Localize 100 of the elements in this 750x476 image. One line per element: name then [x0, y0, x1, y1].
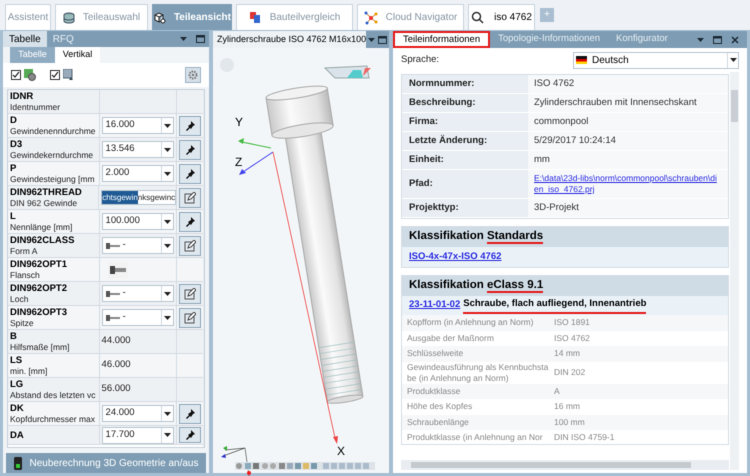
- property-label: Produktklasse (in Anlehnung an Nor: [406, 432, 544, 442]
- info-value: commonpool: [534, 114, 588, 129]
- property-value: A: [553, 384, 560, 398]
- flag-icon: [576, 56, 587, 64]
- value-dropdown[interactable]: -: [102, 309, 174, 326]
- parameter-name: P: [10, 162, 18, 174]
- info-label: Firma:: [409, 114, 438, 129]
- dropdown-icon[interactable]: [180, 37, 187, 41]
- parameter-description: Kopfdurchmesser max: [10, 414, 96, 424]
- bolt-icon: [106, 242, 120, 248]
- parameter-description: min. [mm]: [10, 366, 48, 376]
- panel-tab[interactable]: Tabelle: [3, 31, 47, 47]
- pin-button[interactable]: [179, 164, 202, 184]
- view-toolbar-drawing[interactable]: [235, 462, 375, 470]
- parameter-description: Gewindesteigung [mm: [10, 174, 96, 184]
- view-tab[interactable]: Vertikal: [55, 47, 100, 63]
- caret-icon[interactable]: [164, 148, 171, 152]
- parameter-value: 56.000: [102, 382, 131, 396]
- pin-button[interactable]: [179, 212, 202, 232]
- caret-icon[interactable]: [164, 292, 171, 296]
- dropdown-icon[interactable]: [697, 38, 704, 42]
- info-label: Normnummer:: [409, 76, 474, 91]
- edit-button[interactable]: [179, 188, 202, 208]
- parameter-description: Gewindenenndurchme: [10, 126, 97, 136]
- maximize-icon[interactable]: [196, 35, 205, 43]
- caret-icon[interactable]: [164, 244, 171, 248]
- parameter-name: L: [10, 210, 17, 222]
- axis-label: Z: [235, 156, 242, 168]
- value-dropdown[interactable]: 100.000: [102, 213, 174, 230]
- info-value: Zylinderschrauben mit Innensechskant: [534, 96, 697, 110]
- bolt-icon: [106, 290, 120, 296]
- value-dropdown[interactable]: -: [102, 237, 174, 254]
- checkbox[interactable]: [50, 70, 60, 80]
- pin-button[interactable]: [179, 116, 202, 136]
- value-field[interactable]: chtsgewinnksgewinc: [101, 190, 176, 205]
- maximize-icon[interactable]: [713, 36, 722, 44]
- toggle-icon: [14, 456, 22, 470]
- scrollbar[interactable]: [203, 90, 204, 447]
- edit-button[interactable]: [179, 284, 202, 304]
- value-dropdown[interactable]: 24.000: [102, 405, 174, 422]
- caret-icon[interactable]: [164, 220, 171, 224]
- edit-button[interactable]: [179, 308, 202, 328]
- pin-button[interactable]: [179, 427, 202, 443]
- 3d-glasses-icon[interactable]: [324, 65, 371, 78]
- parameter-name: IDNR: [10, 90, 34, 102]
- caret-icon[interactable]: [164, 124, 171, 128]
- parameter-description: Hilfsmaße [mm]: [10, 342, 70, 352]
- value-dropdown[interactable]: 2.000: [102, 165, 174, 182]
- tab[interactable]: iso 4762: [468, 4, 535, 30]
- close-icon[interactable]: [731, 36, 739, 44]
- caret-icon[interactable]: [164, 433, 171, 437]
- horizontal-scrollbar[interactable]: [401, 460, 729, 470]
- bolt-icon: [106, 314, 120, 320]
- parameter-description: Gewindekerndurchme: [10, 150, 94, 160]
- parameter-name: D3: [10, 138, 24, 150]
- caret-icon[interactable]: [164, 316, 171, 320]
- maximize-icon[interactable]: [378, 36, 388, 44]
- parts-icon: [153, 12, 166, 24]
- property-value: ISO 4762: [553, 332, 590, 345]
- class-code-link[interactable]: 23-11-01-02: [409, 298, 460, 313]
- panel-tab[interactable]: Teileinformationen: [393, 31, 490, 48]
- display-icon[interactable]: [63, 69, 75, 81]
- parameter-description: Identnummer: [10, 102, 62, 112]
- database-icon: [62, 12, 75, 24]
- parameter-description: DIN 962 Gewinde: [10, 198, 78, 208]
- info-label: Einheit:: [409, 152, 444, 167]
- property-label: Höhe des Kopfes: [406, 401, 474, 412]
- edit-icon: [184, 192, 196, 204]
- gear-icon: [188, 70, 198, 80]
- pin-icon: [184, 408, 196, 420]
- pin-icon: [184, 120, 196, 132]
- caret-icon[interactable]: [164, 412, 171, 416]
- property-value: DIN 202: [553, 366, 586, 379]
- info-label: Beschreibung:: [409, 96, 476, 110]
- language-dropdown[interactable]: Deutsch: [573, 52, 739, 68]
- parameter-name: LS: [10, 354, 24, 366]
- scrollbar[interactable]: [730, 72, 739, 470]
- settings-button[interactable]: [185, 67, 201, 83]
- language-label: Sprache:: [401, 52, 440, 67]
- caret-icon[interactable]: [164, 172, 171, 176]
- value-dropdown[interactable]: 17.700: [102, 426, 174, 444]
- edit-button[interactable]: [179, 236, 202, 256]
- parameter-name: B: [10, 330, 18, 342]
- value-dropdown[interactable]: 16.000: [102, 117, 174, 134]
- property-value: 100 mm: [553, 416, 585, 429]
- dropdown-icon[interactable]: [368, 38, 375, 42]
- axis-label: Y: [235, 116, 244, 128]
- pin-button[interactable]: [179, 404, 202, 424]
- pin-button[interactable]: [179, 140, 202, 160]
- axis-triad-drawing: [221, 446, 251, 476]
- property-label: Schraubenlänge: [406, 416, 470, 428]
- parameter-description: Flansch: [10, 270, 41, 280]
- y-axis-arrow: [238, 138, 272, 148]
- value-dropdown[interactable]: 13.546: [102, 141, 174, 158]
- section-title: Klassifikation eClass 9.1: [409, 278, 544, 295]
- checkbox[interactable]: [11, 70, 21, 80]
- parameter-name: DIN962OPT2: [10, 282, 68, 294]
- value-dropdown[interactable]: -: [102, 285, 174, 302]
- caret-icon[interactable]: [730, 58, 736, 62]
- parameter-name: DIN962OPT1: [10, 258, 68, 270]
